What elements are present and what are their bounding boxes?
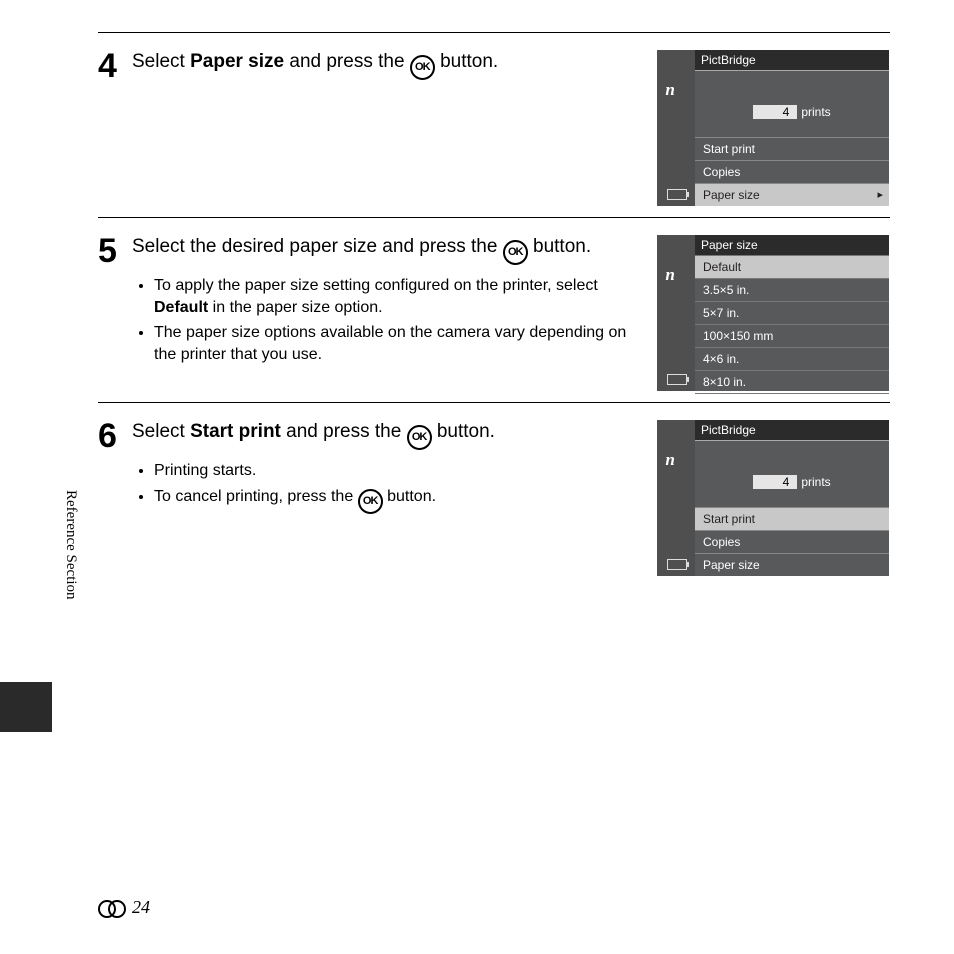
text: To cancel printing, press the <box>154 488 358 505</box>
step-4: 4 Select Paper size and press the OK but… <box>98 32 890 217</box>
menu-item-start-print[interactable]: Start print <box>695 507 889 530</box>
list-item: To cancel printing, press the OK button. <box>154 486 638 514</box>
step-number: 4 <box>98 49 132 83</box>
text: button. <box>435 51 498 72</box>
lcd-menu: 4 prints Start print Copies Paper size ▸ <box>695 70 889 206</box>
lcd-title: Paper size <box>695 235 889 256</box>
step-body: Select the desired paper size and press … <box>132 234 656 369</box>
text: To apply the paper size setting configur… <box>154 277 598 294</box>
step-headline: Select Start print and press the OK butt… <box>132 419 638 450</box>
menu-item-label: Paper size <box>703 188 760 202</box>
menu-item-letter[interactable]: Letter <box>695 393 889 398</box>
prints-line: 4 prints <box>695 475 889 489</box>
text: and press the <box>284 51 410 72</box>
page-number-value: 24 <box>132 897 150 918</box>
print-count-label: prints <box>801 475 830 489</box>
text: Select <box>132 51 190 72</box>
menu-item-100x150[interactable]: 100×150 mm <box>695 324 889 347</box>
list-item: To apply the paper size setting configur… <box>154 275 638 318</box>
text: button. <box>383 488 436 505</box>
battery-icon <box>667 374 687 385</box>
print-count: 4 <box>753 105 797 119</box>
menu-item-start-print[interactable]: Start print <box>695 137 889 160</box>
camera-screen-6: ᴨ PictBridge 4 prints Start print Copies… <box>656 419 890 577</box>
chevron-right-icon: ▸ <box>877 188 883 201</box>
menu-item-copies[interactable]: Copies <box>695 160 889 183</box>
menu-item-paper-size[interactable]: Paper size <box>695 553 889 576</box>
text: Select the desired paper size and press … <box>132 236 503 257</box>
camera-screen-4: ᴨ PictBridge 4 prints Start print Copies… <box>656 49 890 207</box>
lcd-title: PictBridge <box>695 50 889 71</box>
pictbridge-icon: ᴨ <box>665 450 675 470</box>
lcd-left-rail <box>657 420 695 576</box>
text: and press the <box>281 421 407 442</box>
prints-line: 4 prints <box>695 105 889 119</box>
print-count-label: prints <box>801 105 830 119</box>
text: Select <box>132 421 190 442</box>
list-item: The paper size options available on the … <box>154 322 638 365</box>
notes-list: Printing starts. To cancel printing, pre… <box>154 460 638 514</box>
menu-item-8x10[interactable]: 8×10 in. <box>695 370 889 393</box>
menu-item-35x5[interactable]: 3.5×5 in. <box>695 278 889 301</box>
step-headline: Select Paper size and press the OK butto… <box>132 49 638 80</box>
lcd-menu: 4 prints Start print Copies Paper size <box>695 440 889 576</box>
menu-item-default[interactable]: Default <box>695 255 889 278</box>
menu-item-copies[interactable]: Copies <box>695 530 889 553</box>
pictbridge-icon: ᴨ <box>665 265 675 285</box>
notes-list: To apply the paper size setting configur… <box>154 275 638 365</box>
ok-icon: OK <box>407 425 432 450</box>
step-body: Select Paper size and press the OK butto… <box>132 49 656 86</box>
step-5: 5 Select the desired paper size and pres… <box>98 217 890 402</box>
lcd-title: PictBridge <box>695 420 889 441</box>
bold-text: Start print <box>190 421 281 442</box>
text: button. <box>432 421 495 442</box>
pictbridge-icon: ᴨ <box>665 80 675 100</box>
content-column: 4 Select Paper size and press the OK but… <box>98 32 890 587</box>
lcd-left-rail <box>657 235 695 391</box>
battery-icon <box>667 559 687 570</box>
ok-icon: OK <box>503 240 528 265</box>
side-tab <box>0 682 52 732</box>
lcd-menu: Default 3.5×5 in. 5×7 in. 100×150 mm 4×6… <box>695 255 889 391</box>
step-headline: Select the desired paper size and press … <box>132 234 638 265</box>
menu-item-paper-size[interactable]: Paper size ▸ <box>695 183 889 206</box>
reference-link-icon <box>98 900 130 916</box>
page-number: 24 <box>98 897 150 918</box>
list-item: Printing starts. <box>154 460 638 482</box>
step-number: 6 <box>98 419 132 453</box>
step-6: 6 Select Start print and press the OK bu… <box>98 402 890 587</box>
ok-icon: OK <box>358 489 383 514</box>
ok-icon: OK <box>410 55 435 80</box>
step-body: Select Start print and press the OK butt… <box>132 419 656 518</box>
menu-item-4x6[interactable]: 4×6 in. <box>695 347 889 370</box>
battery-icon <box>667 189 687 200</box>
bold-text: Default <box>154 299 208 316</box>
camera-screen-5: ᴨ Paper size Default 3.5×5 in. 5×7 in. 1… <box>656 234 890 392</box>
menu-item-5x7[interactable]: 5×7 in. <box>695 301 889 324</box>
print-count: 4 <box>753 475 797 489</box>
text: button. <box>528 236 591 257</box>
lcd-left-rail <box>657 50 695 206</box>
bold-text: Paper size <box>190 51 284 72</box>
step-number: 5 <box>98 234 132 268</box>
text: in the paper size option. <box>208 299 382 316</box>
side-section-label: Reference Section <box>62 490 79 600</box>
